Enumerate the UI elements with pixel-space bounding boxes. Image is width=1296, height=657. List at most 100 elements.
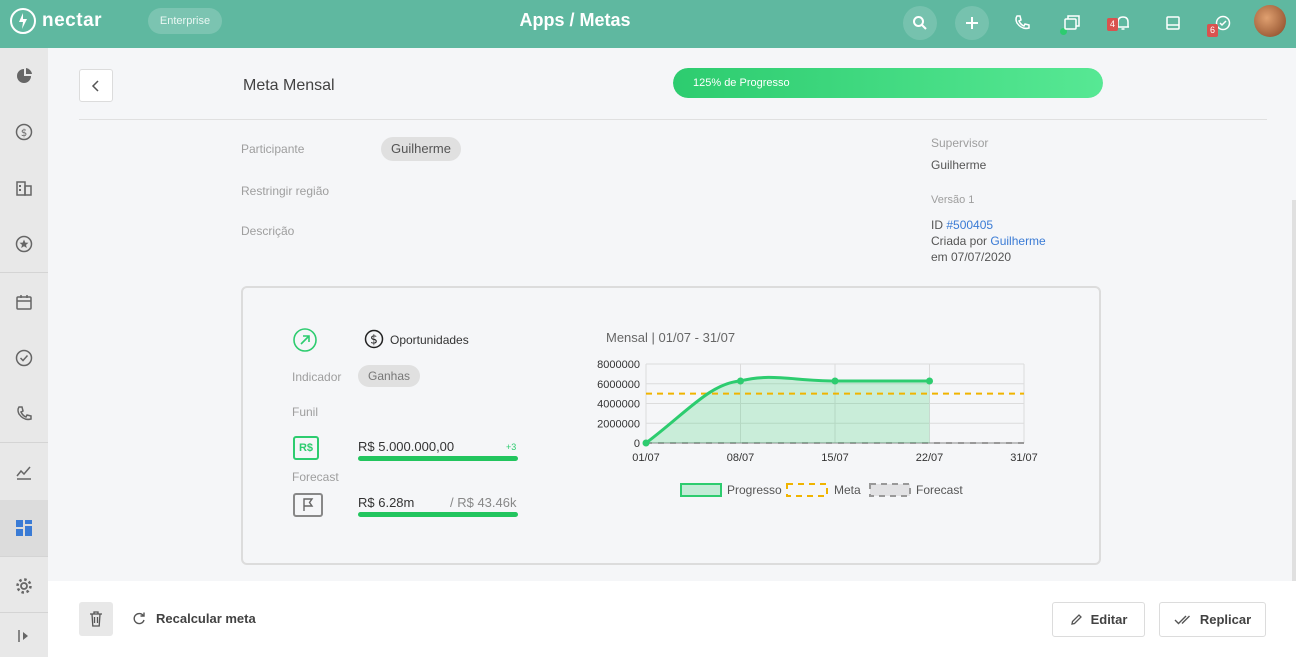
header-divider	[79, 119, 1267, 120]
star-icon	[15, 235, 33, 253]
nectar-logo[interactable]: nectar	[10, 8, 102, 34]
check-icon	[15, 349, 33, 367]
sidebar-item-calendar[interactable]	[0, 274, 48, 330]
sidebar-item-sales[interactable]: $	[0, 104, 48, 160]
plus-icon[interactable]	[955, 6, 989, 40]
phone-icon	[17, 406, 32, 421]
dashboard-icon	[17, 68, 32, 83]
expand-icon	[18, 629, 28, 642]
id-label: ID	[931, 218, 943, 232]
sidebar-item-calls[interactable]	[0, 386, 48, 442]
svg-text:$: $	[370, 333, 378, 347]
x-tick-label: 08/07	[727, 452, 755, 464]
back-button[interactable]	[79, 69, 113, 102]
edit-button[interactable]: Editar	[1052, 602, 1145, 637]
goal-summary-card: $ Oportunidades Indicador Ganhas Funil R…	[241, 286, 1101, 565]
progress-label: 125% de Progresso	[693, 77, 790, 89]
supervisor-value: Guilherme	[931, 158, 987, 172]
sidebar-item-settings[interactable]	[0, 558, 48, 614]
currency-icon: R$	[293, 436, 319, 460]
logo-icon	[10, 8, 36, 34]
user-avatar[interactable]	[1254, 5, 1286, 37]
sidebar-item-tasks[interactable]	[0, 330, 48, 386]
edit-label: Editar	[1090, 612, 1128, 627]
created-date: em 07/07/2020	[931, 250, 1012, 264]
building-icon	[16, 181, 32, 196]
x-tick-label: 31/07	[1010, 452, 1038, 464]
chat-icon[interactable]	[1055, 6, 1089, 40]
legend-label: Forecast	[916, 483, 963, 497]
description-label: Descrição	[241, 224, 295, 238]
legend-swatch-progresso	[680, 483, 722, 497]
created-by-label: Criada por	[931, 234, 988, 248]
sidebar-divider	[0, 612, 48, 613]
delete-button[interactable]	[79, 602, 113, 636]
flag-icon	[293, 493, 323, 517]
notification-badge: 4	[1107, 18, 1118, 31]
recalculate-button[interactable]: Recalcular meta	[132, 611, 256, 626]
trend-up-icon	[293, 328, 317, 352]
x-tick-label: 01/07	[632, 452, 660, 464]
legend-label: Meta	[834, 483, 861, 497]
goal-bar	[358, 456, 518, 461]
goal-title: Meta Mensal	[243, 77, 335, 94]
sidebar-item-expand[interactable]	[0, 614, 48, 657]
money-icon: $	[364, 329, 384, 349]
chevron-left-icon	[91, 79, 99, 92]
logo-text: nectar	[42, 10, 103, 31]
y-tick-label: 0	[634, 438, 640, 450]
region-label: Restringir região	[241, 184, 330, 198]
forecast-total: / R$ 43.46k	[450, 495, 517, 510]
sidebar-divider	[0, 556, 48, 557]
participant-label: Participante	[241, 142, 305, 156]
goal-progress-bar: 125% de Progresso	[673, 68, 1103, 98]
forecast-label: Forecast	[292, 470, 339, 484]
supervisor-label: Supervisor	[931, 136, 989, 150]
phone-icon[interactable]	[1005, 6, 1039, 40]
indicator-label: Indicador	[292, 370, 342, 384]
pencil-icon	[1070, 614, 1082, 625]
participant-chip[interactable]: Guilherme	[381, 137, 461, 161]
indicator-chip[interactable]: Ganhas	[358, 365, 421, 387]
top-bar: nectar Enterprise Apps / Metas 4 6	[0, 0, 1296, 48]
money-icon: $	[15, 123, 33, 141]
goal-value: R$ 5.000.000,00	[358, 439, 455, 454]
sidebar-divider	[0, 272, 48, 273]
search-icon[interactable]	[903, 6, 937, 40]
refresh-icon	[133, 612, 145, 624]
created-by: Criada por Guilherme	[931, 234, 1046, 248]
progress-point	[926, 377, 933, 385]
version-label: Versão 1	[931, 194, 975, 206]
y-tick-label: 8000000	[597, 359, 640, 371]
goal-chart: 8000000 6000000 4000000 2000000 0 01/07 08/07 1…	[597, 359, 1038, 497]
double-check-icon	[1174, 615, 1190, 624]
sidebar-divider	[0, 442, 48, 443]
tasks-badge: 6	[1207, 24, 1218, 37]
x-tick-label: 15/07	[821, 452, 849, 464]
sidebar-item-apps[interactable]	[0, 500, 48, 556]
creator-link[interactable]: Guilherme	[990, 234, 1045, 248]
legend-swatch-forecast	[869, 483, 911, 497]
sidebar: $	[0, 48, 48, 657]
id-link[interactable]: #500405	[946, 218, 993, 232]
y-tick-label: 4000000	[597, 399, 640, 411]
forecast-bar	[358, 512, 518, 517]
gear-icon	[16, 578, 32, 594]
apps-icon	[16, 520, 32, 536]
goal-id: ID #500405	[931, 218, 993, 232]
replicate-button[interactable]: Replicar	[1159, 602, 1266, 637]
recalculate-label: Recalcular meta	[156, 611, 256, 626]
inbox-icon[interactable]	[1156, 6, 1190, 40]
sidebar-item-companies[interactable]	[0, 160, 48, 216]
sidebar-item-reports[interactable]	[0, 444, 48, 500]
sidebar-item-favorites[interactable]	[0, 216, 48, 272]
y-tick-label: 2000000	[597, 418, 640, 430]
scrollbar[interactable]	[1292, 200, 1296, 581]
plan-badge[interactable]: Enterprise	[148, 8, 222, 34]
x-tick-label: 22/07	[916, 452, 944, 464]
progress-point	[831, 377, 839, 385]
sidebar-item-dashboard[interactable]	[0, 48, 48, 104]
trash-icon	[90, 611, 102, 627]
svg-text:$: $	[21, 128, 27, 139]
footer-actions: Recalcular meta Editar Replicar	[48, 581, 1296, 657]
